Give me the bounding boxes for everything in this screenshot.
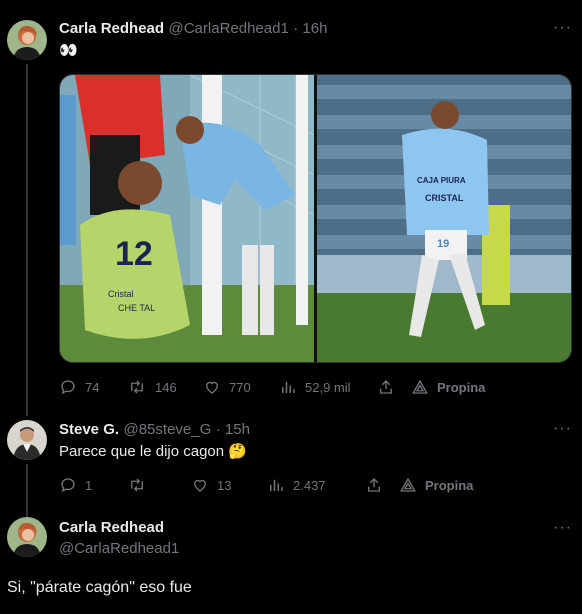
shirt-text: CAJA PIURA	[417, 176, 466, 185]
avatar-image	[7, 420, 47, 460]
views-button[interactable]: 52,9 mil	[279, 378, 377, 396]
tip-icon	[412, 379, 428, 394]
share-button[interactable]	[365, 476, 399, 494]
views-button[interactable]: 2.437	[267, 476, 365, 494]
repost-icon	[131, 380, 143, 394]
jersey-sponsor-2: CHE TAL	[118, 303, 155, 313]
more-options-icon[interactable]: ···	[553, 420, 572, 438]
thread-line	[26, 64, 28, 416]
share-button[interactable]	[377, 378, 411, 396]
tweet-text: 👀	[59, 42, 78, 59]
views-icon	[282, 381, 295, 393]
more-options-icon[interactable]: ···	[553, 19, 572, 37]
photo-right[interactable]: CAJA PIURA CRISTAL 19	[317, 75, 571, 362]
author-handle[interactable]: @CarlaRedhead1	[59, 540, 179, 557]
tweet-media[interactable]: 12 Cristal CHE TAL CAJA PIURA CRISTAL 19	[59, 74, 572, 363]
shorts-number: 19	[437, 238, 449, 250]
more-options-icon[interactable]: ···	[553, 519, 572, 537]
avatar-image	[7, 20, 47, 60]
tip-icon	[400, 477, 416, 492]
repost-icon	[131, 478, 143, 492]
reply-button[interactable]: 74	[59, 378, 127, 396]
views-count: 2.437	[293, 477, 326, 493]
author-handle[interactable]: @85steve_G	[123, 421, 211, 438]
jersey-sponsor-1: Cristal	[108, 289, 134, 299]
tweet-time[interactable]: · 15h	[216, 421, 250, 438]
tweet-2[interactable]: Steve G. @85steve_G · 15h ··· Parece que…	[0, 410, 582, 520]
photo-left-image: 12 Cristal CHE TAL	[60, 75, 314, 362]
tweet-text: Si, "párate cagón" eso fue	[7, 579, 192, 596]
share-icon	[380, 380, 392, 394]
tweet-text: Parece que le dijo cagon 🤔	[59, 443, 247, 460]
reply-icon	[61, 380, 75, 395]
like-count: 770	[229, 379, 251, 395]
author-name[interactable]: Carla Redhead	[59, 20, 164, 37]
author-name[interactable]: Steve G.	[59, 421, 119, 438]
avatar[interactable]	[7, 517, 47, 557]
author-handle[interactable]: @CarlaRedhead1	[169, 20, 289, 37]
reply-icon	[61, 478, 75, 493]
share-icon	[368, 478, 380, 492]
avatar[interactable]	[7, 420, 47, 460]
jersey-number: 12	[115, 235, 153, 273]
tip-button[interactable]: Propina	[411, 378, 485, 396]
avatar[interactable]	[7, 20, 47, 60]
repost-count: 146	[155, 379, 177, 395]
reply-button[interactable]: 1	[59, 476, 127, 494]
heart-icon	[194, 479, 206, 492]
like-button[interactable]: 770	[203, 378, 279, 396]
views-icon	[270, 479, 283, 491]
tip-button[interactable]: Propina	[399, 476, 473, 494]
tweet-3[interactable]: Carla Redhead @CarlaRedhead1 ··· Si, "pá…	[0, 510, 582, 614]
author-name[interactable]: Carla Redhead	[59, 519, 164, 536]
heart-icon	[206, 381, 218, 394]
tweet-actions: 1 13 2.437 Propina	[59, 476, 473, 494]
like-count: 13	[217, 477, 232, 493]
photo-left[interactable]: 12 Cristal CHE TAL	[60, 75, 314, 362]
reply-count: 74	[85, 379, 100, 395]
tweet-actions: 74 146 770 52,9 mil Propina	[59, 378, 485, 396]
tweet-1[interactable]: Carla Redhead @CarlaRedhead1 · 16h ··· 👀	[0, 0, 582, 416]
repost-button[interactable]	[127, 476, 191, 494]
repost-button[interactable]: 146	[127, 378, 203, 396]
avatar-image	[7, 517, 47, 557]
like-button[interactable]: 13	[191, 476, 267, 494]
tip-label: Propina	[437, 379, 486, 395]
tweet-time[interactable]: · 16h	[293, 20, 327, 37]
views-count: 52,9 mil	[305, 379, 351, 395]
shirt-sponsor: CRISTAL	[425, 193, 464, 203]
tip-label: Propina	[425, 477, 474, 493]
photo-right-image: CAJA PIURA CRISTAL 19	[317, 75, 571, 362]
reply-count: 1	[85, 477, 93, 493]
